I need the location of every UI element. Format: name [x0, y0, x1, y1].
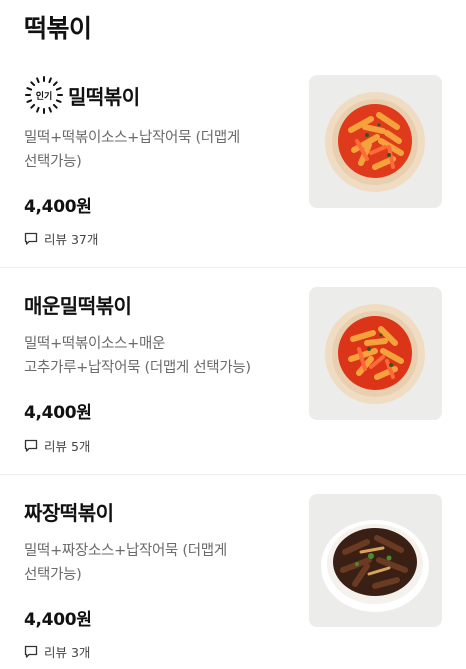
section-title: 떡볶이 — [24, 14, 92, 43]
review-link[interactable]: 리뷰 3개 — [24, 642, 90, 661]
item-price: 4,400원 — [24, 403, 92, 423]
item-description: 밀떡+떡볶이소스+매운 고추가루+납작어묵 (더맵게 선택가능) — [24, 332, 294, 380]
item-name-row: 매운밀떡볶이 — [24, 290, 132, 319]
chat-bubble-icon — [24, 232, 38, 245]
item-name-row: 인기 밀떡볶이 — [24, 75, 140, 115]
item-price: 4,400원 — [24, 610, 92, 630]
review-link[interactable]: 리뷰 37개 — [24, 229, 98, 248]
menu-item-jjajang-tteokbokki[interactable]: 짜장떡볶이 밀떡+짜장소스+납작어묵 (더맵게 선택가능) 4,400원 리뷰 … — [0, 475, 466, 669]
badge-label: 인기 — [35, 91, 53, 102]
item-description: 밀떡+떡볶이소스+납작어묵 (더맵게 선택가능) — [24, 126, 294, 174]
menu-item-spicy-mil-tteokbokki[interactable]: 매운밀떡볶이 밀떡+떡볶이소스+매운 고추가루+납작어묵 (더맵게 선택가능) … — [0, 268, 466, 475]
review-count: 리뷰 37개 — [44, 232, 99, 247]
item-photo[interactable] — [309, 287, 442, 420]
review-count: 리뷰 5개 — [44, 439, 91, 454]
description-line: 선택가능) — [24, 154, 82, 170]
tteokbokki-red-image — [309, 287, 442, 420]
tteokbokki-black-image — [309, 494, 442, 627]
description-line: 밀떡+떡볶이소스+매운 — [24, 336, 166, 352]
tteokbokki-red-image — [309, 75, 442, 208]
popular-badge: 인기 — [24, 75, 64, 115]
description-line: 선택가능) — [24, 567, 82, 583]
item-name: 밀떡볶이 — [68, 84, 140, 109]
review-count: 리뷰 3개 — [44, 645, 91, 660]
item-name-row: 짜장떡볶이 — [24, 497, 114, 526]
description-line: 밀떡+떡볶이소스+납작어묵 (더맵게 — [24, 130, 240, 146]
item-description: 밀떡+짜장소스+납작어묵 (더맵게 선택가능) — [24, 539, 294, 587]
item-photo[interactable] — [309, 494, 442, 627]
item-name: 짜장떡볶이 — [24, 501, 114, 525]
chat-bubble-icon — [24, 645, 38, 658]
menu-item-mil-tteokbokki[interactable]: 인기 밀떡볶이 밀떡+떡볶이소스+납작어묵 (더맵게 선택가능) 4,400원 … — [0, 58, 466, 268]
review-link[interactable]: 리뷰 5개 — [24, 436, 90, 455]
item-photo[interactable] — [309, 75, 442, 208]
description-line: 밀떡+짜장소스+납작어묵 (더맵게 — [24, 543, 227, 559]
item-name: 매운밀떡볶이 — [24, 294, 132, 318]
description-line: 고추가루+납작어묵 (더맵게 선택가능) — [24, 360, 251, 376]
item-price: 4,400원 — [24, 197, 92, 217]
chat-bubble-icon — [24, 439, 38, 452]
